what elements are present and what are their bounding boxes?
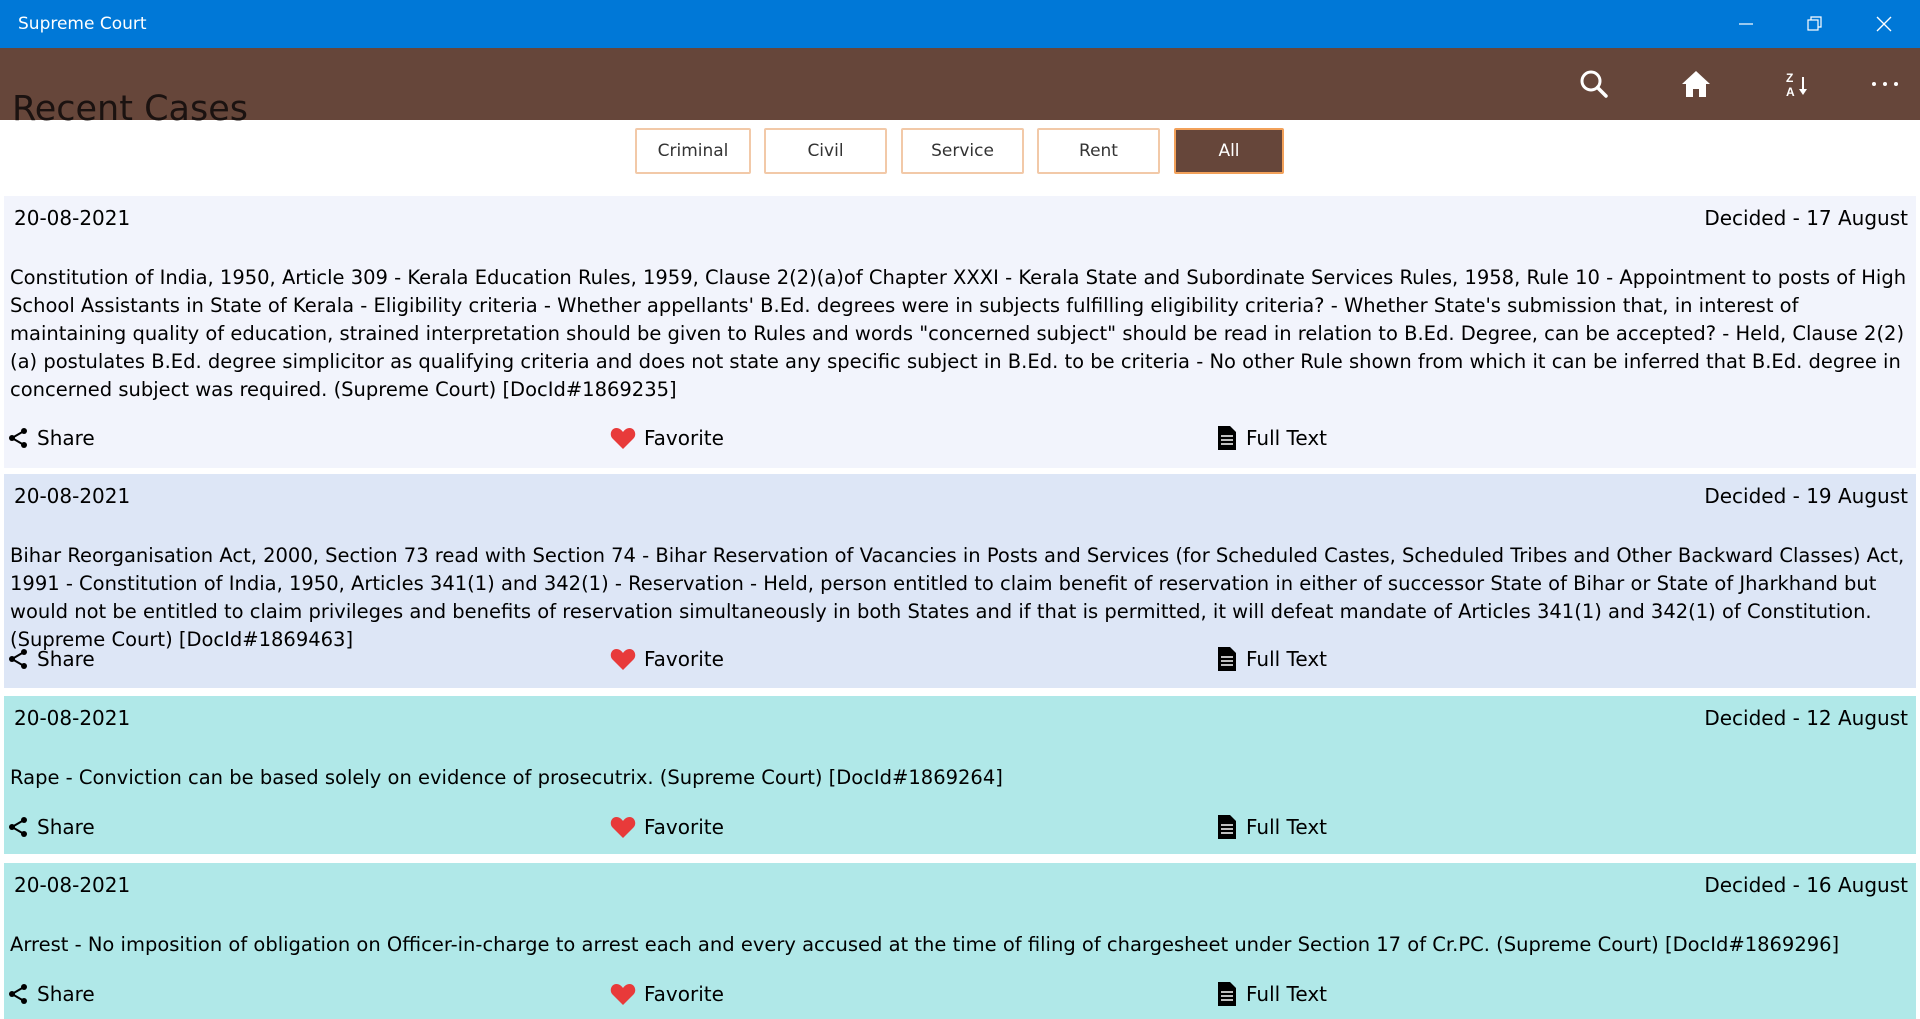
share-icon xyxy=(9,817,27,837)
case-decided: Decided - 12 August xyxy=(1704,706,1908,730)
case-actions: Share Favorite Full Text xyxy=(4,643,1916,675)
case-decided: Decided - 16 August xyxy=(1704,873,1908,897)
share-button[interactable]: Share xyxy=(7,422,95,454)
case-date: 20-08-2021 xyxy=(14,206,131,230)
close-button[interactable] xyxy=(1850,0,1918,48)
favorite-button[interactable]: Favorite xyxy=(610,978,724,1010)
case-summary: Constitution of India, 1950, Article 309… xyxy=(10,266,1907,401)
filter-all-button[interactable]: All xyxy=(1174,128,1284,174)
restore-icon xyxy=(1807,16,1822,31)
sort-z-a-icon: Z A xyxy=(1786,71,1807,99)
heart-icon xyxy=(610,428,636,449)
heart-icon xyxy=(610,649,636,670)
filter-criminal-button[interactable]: Criminal xyxy=(635,128,751,174)
filter-service-button[interactable]: Service xyxy=(901,128,1024,174)
home-icon xyxy=(1682,71,1710,97)
case-summary: Arrest - No imposition of obligation on … xyxy=(10,933,1840,956)
share-label: Share xyxy=(37,426,95,450)
sort-button[interactable]: Z A xyxy=(1763,48,1833,120)
heart-icon xyxy=(610,984,636,1005)
favorite-button[interactable]: Favorite xyxy=(610,811,724,843)
svg-text:A: A xyxy=(1786,85,1795,99)
case-decided: Decided - 17 August xyxy=(1704,206,1908,230)
case-card[interactable]: 20-08-2021 Decided - 12 August Rape - Co… xyxy=(4,696,1916,854)
search-icon xyxy=(1580,70,1608,98)
full-text-label: Full Text xyxy=(1246,426,1328,450)
share-button[interactable]: Share xyxy=(7,811,95,843)
case-summary: Rape - Conviction can be based solely on… xyxy=(10,766,1003,789)
favorite-label: Favorite xyxy=(644,647,724,671)
favorite-label: Favorite xyxy=(644,815,724,839)
full-text-button[interactable]: Full Text xyxy=(1216,811,1327,843)
share-button[interactable]: Share xyxy=(7,978,95,1010)
case-date: 20-08-2021 xyxy=(14,706,131,730)
favorite-button[interactable]: Favorite xyxy=(610,643,724,675)
svg-text:Z: Z xyxy=(1786,71,1793,85)
filter-civil-button[interactable]: Civil xyxy=(764,128,887,174)
app-header: Recent Cases xyxy=(0,48,1920,129)
more-icon xyxy=(1872,82,1898,86)
full-text-button[interactable]: Full Text xyxy=(1216,422,1327,454)
share-label: Share xyxy=(37,647,95,671)
category-filter-bar: Criminal Civil Service Rent All xyxy=(0,120,1920,194)
case-date: 20-08-2021 xyxy=(14,484,131,508)
case-summary: Bihar Reorganisation Act, 2000, Section … xyxy=(10,544,1905,651)
restore-button[interactable] xyxy=(1781,0,1849,48)
full-text-button[interactable]: Full Text xyxy=(1216,978,1327,1010)
case-actions: Share Favorite Full Text xyxy=(4,811,1916,843)
share-icon xyxy=(9,649,27,669)
minimize-icon xyxy=(1739,23,1753,25)
case-card[interactable]: 20-08-2021 Decided - 17 August Constitut… xyxy=(4,196,1916,468)
document-icon xyxy=(1218,815,1236,839)
minimize-button[interactable] xyxy=(1712,0,1780,48)
heart-icon xyxy=(610,817,636,838)
share-icon xyxy=(9,984,27,1004)
share-button[interactable]: Share xyxy=(7,643,95,675)
case-decided: Decided - 19 August xyxy=(1704,484,1908,508)
share-label: Share xyxy=(37,982,95,1006)
document-icon xyxy=(1218,647,1236,671)
search-button[interactable] xyxy=(1559,48,1629,120)
close-icon xyxy=(1876,16,1892,32)
case-card[interactable]: 20-08-2021 Decided - 19 August Bihar Reo… xyxy=(4,474,1916,688)
case-actions: Share Favorite Full Text xyxy=(4,978,1916,1010)
full-text-button[interactable]: Full Text xyxy=(1216,643,1327,675)
case-date: 20-08-2021 xyxy=(14,873,131,897)
case-actions: Share Favorite Full Text xyxy=(4,422,1916,454)
filter-rent-button[interactable]: Rent xyxy=(1037,128,1160,174)
window-titlebar: Supreme Court xyxy=(0,0,1920,48)
share-icon xyxy=(9,428,27,448)
full-text-label: Full Text xyxy=(1246,982,1328,1006)
favorite-label: Favorite xyxy=(644,426,724,450)
share-label: Share xyxy=(37,815,95,839)
favorite-label: Favorite xyxy=(644,982,724,1006)
document-icon xyxy=(1218,426,1236,450)
full-text-label: Full Text xyxy=(1246,647,1328,671)
home-button[interactable] xyxy=(1661,48,1731,120)
more-button[interactable] xyxy=(1850,48,1920,120)
window-title: Supreme Court xyxy=(18,14,147,34)
favorite-button[interactable]: Favorite xyxy=(610,422,724,454)
full-text-label: Full Text xyxy=(1246,815,1328,839)
document-icon xyxy=(1218,982,1236,1006)
case-card[interactable]: 20-08-2021 Decided - 16 August Arrest - … xyxy=(4,863,1916,1019)
